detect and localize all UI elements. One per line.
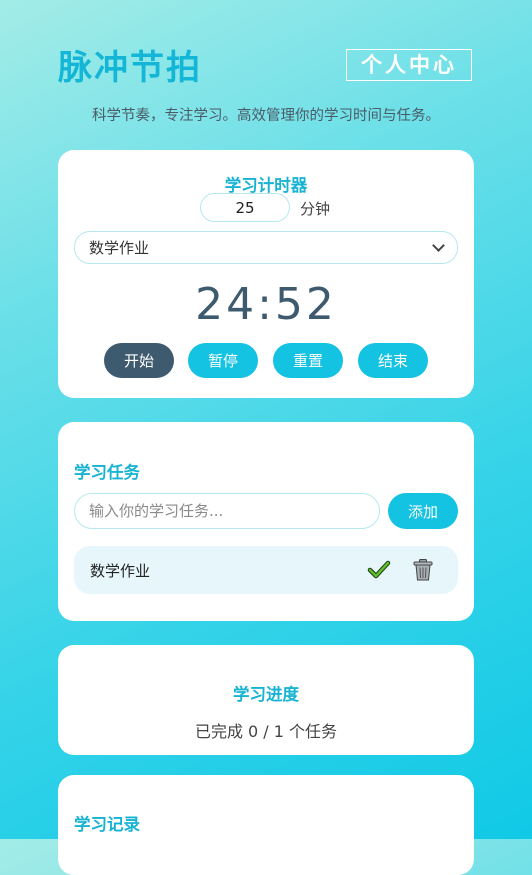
- records-card: 学习记录: [58, 775, 474, 875]
- minutes-unit-label: 分钟: [300, 200, 331, 218]
- progress-text: 已完成 0 / 1 个任务: [194, 722, 338, 741]
- app-title: 脉冲节拍: [58, 48, 202, 88]
- timer-display: 24:52: [195, 279, 337, 330]
- list-item: 数学作业: [74, 546, 458, 594]
- app-subtitle: 科学节奏，专注学习。高效管理你的学习时间与任务。: [92, 108, 440, 124]
- progress-card: 学习进度 已完成 0 / 1 个任务: [58, 645, 474, 755]
- records-heading: 学习记录: [74, 815, 140, 834]
- task-item-label: 数学作业: [90, 562, 151, 580]
- tasks-card: 学习任务 添加 数学作业: [58, 422, 474, 621]
- task-input[interactable]: [74, 493, 380, 529]
- task-select[interactable]: 数学作业: [74, 231, 458, 264]
- end-button[interactable]: 结束: [358, 343, 428, 378]
- profile-center-button[interactable]: 个人中心: [346, 49, 472, 81]
- pause-button[interactable]: 暂停: [188, 343, 258, 378]
- minutes-input[interactable]: [200, 193, 290, 222]
- reset-button[interactable]: 重置: [273, 343, 343, 378]
- task-select-value: 数学作业: [89, 239, 150, 257]
- checkmark-icon[interactable]: [366, 557, 392, 583]
- tasks-heading: 学习任务: [74, 463, 140, 482]
- trash-icon[interactable]: [410, 557, 436, 583]
- chevron-down-icon: [432, 239, 445, 252]
- start-button[interactable]: 开始: [104, 343, 174, 378]
- add-task-button[interactable]: 添加: [388, 493, 458, 529]
- progress-heading: 学习进度: [233, 685, 299, 704]
- timer-card: 学习计时器 分钟 数学作业 24:52 开始 暂停 重置 结束: [58, 150, 474, 398]
